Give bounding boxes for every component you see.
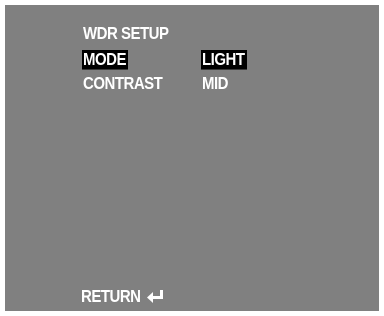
osd-screen: WDR SETUP MODE LIGHT CONTRAST MID RETURN — [5, 5, 379, 311]
return-label: RETURN — [81, 287, 141, 307]
menu-title: WDR SETUP — [83, 24, 169, 44]
menu-item-mode-value[interactable]: LIGHT — [201, 50, 247, 70]
menu-item-contrast-value[interactable]: MID — [202, 74, 229, 94]
menu-item-contrast-label[interactable]: CONTRAST — [83, 74, 163, 94]
enter-arrow-icon — [146, 289, 163, 303]
return-button[interactable]: RETURN — [81, 287, 165, 307]
menu-item-mode-label[interactable]: MODE — [82, 50, 128, 70]
